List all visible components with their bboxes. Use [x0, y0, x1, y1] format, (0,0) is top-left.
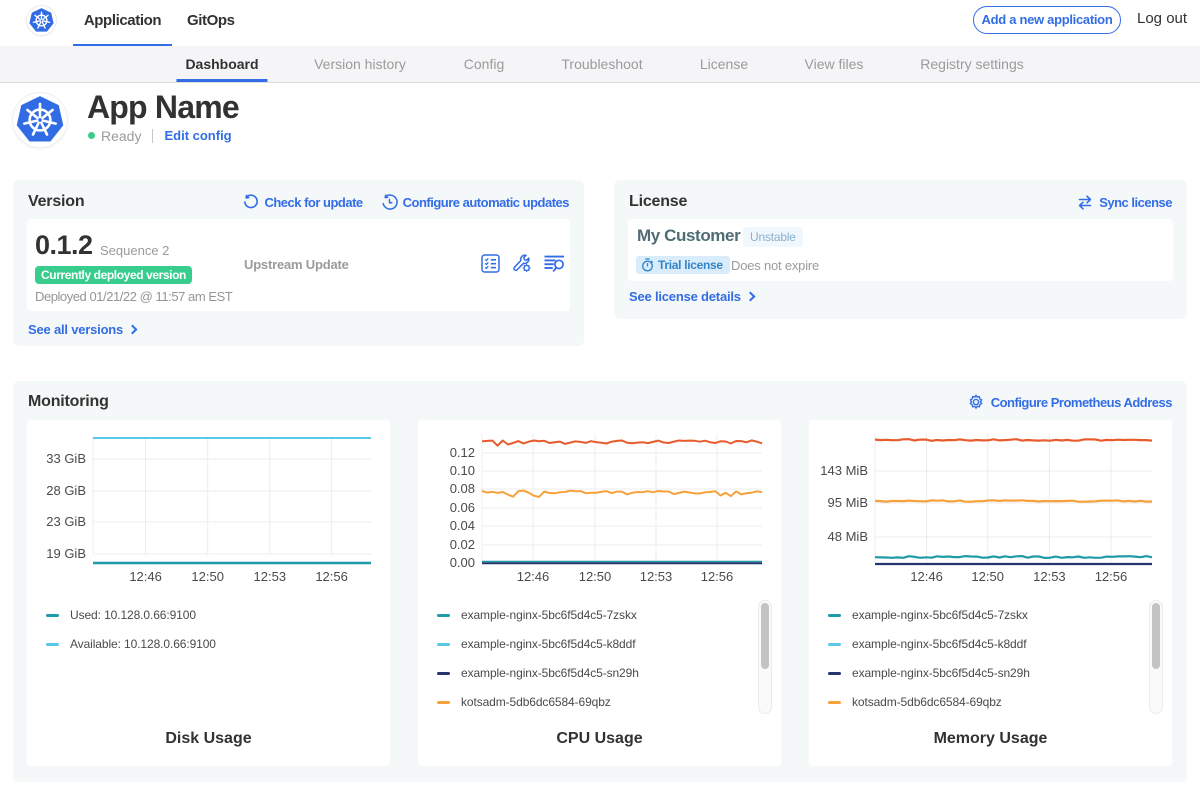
- svg-text:95 MiB: 95 MiB: [828, 495, 868, 510]
- svg-text:0.06: 0.06: [450, 500, 475, 515]
- svg-text:12:56: 12:56: [1095, 569, 1128, 584]
- svg-text:12:53: 12:53: [1033, 569, 1066, 584]
- svg-text:12:50: 12:50: [579, 569, 612, 584]
- svg-text:12:56: 12:56: [701, 569, 734, 584]
- svg-text:12:53: 12:53: [640, 569, 673, 584]
- svg-text:12:46: 12:46: [910, 569, 943, 584]
- svg-text:143 MiB: 143 MiB: [820, 463, 868, 478]
- svg-text:12:56: 12:56: [315, 569, 348, 584]
- svg-text:0.02: 0.02: [450, 537, 475, 552]
- svg-text:12:53: 12:53: [254, 569, 287, 584]
- svg-text:0.10: 0.10: [450, 463, 475, 478]
- svg-text:12:50: 12:50: [971, 569, 1004, 584]
- svg-text:28 GiB: 28 GiB: [46, 483, 86, 498]
- svg-text:12:46: 12:46: [129, 569, 162, 584]
- svg-text:0.12: 0.12: [450, 445, 475, 460]
- svg-text:19 GiB: 19 GiB: [46, 546, 86, 561]
- svg-text:12:46: 12:46: [517, 569, 550, 584]
- svg-text:0.00: 0.00: [450, 555, 475, 570]
- svg-text:23 GiB: 23 GiB: [46, 514, 86, 529]
- svg-text:0.04: 0.04: [450, 518, 475, 533]
- svg-text:0.08: 0.08: [450, 481, 475, 496]
- svg-text:12:50: 12:50: [191, 569, 224, 584]
- svg-text:33 GiB: 33 GiB: [46, 451, 86, 466]
- svg-text:48 MiB: 48 MiB: [828, 529, 868, 544]
